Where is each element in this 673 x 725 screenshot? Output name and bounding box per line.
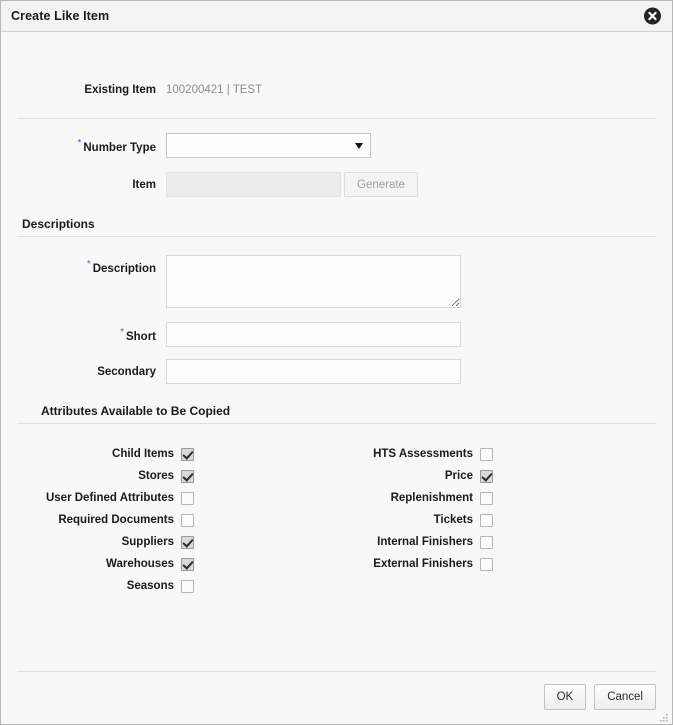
attribute-label: Seasons [126, 580, 174, 592]
descriptions-section-title: Descriptions [22, 217, 95, 231]
header-divider [17, 118, 656, 119]
attribute-row: Stores [1, 466, 341, 486]
attribute-checkbox[interactable] [480, 491, 493, 505]
short-label: * Short [120, 326, 156, 343]
attribute-label: Required Documents [58, 514, 174, 526]
attribute-label: Child Items [112, 448, 174, 460]
attribute-row: Tickets [341, 510, 661, 530]
attribute-checkbox[interactable] [181, 491, 194, 505]
attribute-checkbox[interactable] [480, 447, 493, 461]
attribute-row: Suppliers [1, 532, 341, 552]
attribute-label: Internal Finishers [377, 536, 473, 548]
attribute-row: User Defined Attributes [1, 488, 341, 508]
create-like-item-dialog: Create Like Item Existing Item 100200421… [0, 0, 673, 725]
short-input[interactable] [166, 322, 461, 347]
number-type-label: * Number Type [77, 137, 156, 154]
existing-item-row: Existing Item 100200421 | TEST [1, 32, 672, 96]
number-type-select[interactable] [166, 133, 371, 158]
attribute-row: External Finishers [341, 554, 661, 574]
description-label: * Description [86, 259, 156, 275]
attribute-checkbox[interactable] [480, 513, 493, 527]
attribute-checkbox[interactable] [480, 535, 493, 549]
footer-buttons: OK Cancel [17, 672, 656, 724]
attribute-row: Price [341, 466, 661, 486]
cancel-button[interactable]: Cancel [594, 684, 656, 710]
required-asterisk: * [77, 137, 82, 149]
existing-item-value: 100200421 | TEST [166, 84, 263, 96]
attribute-label: Price [444, 470, 473, 482]
dialog-footer: OK Cancel [1, 671, 672, 724]
attribute-label: Replenishment [390, 492, 473, 504]
attributes-divider [17, 423, 656, 424]
item-input[interactable] [166, 172, 341, 197]
attribute-checkbox[interactable] [181, 535, 194, 549]
attribute-row: Replenishment [341, 488, 661, 508]
descriptions-section: Descriptions [17, 217, 656, 237]
descriptions-divider [17, 236, 656, 237]
attribute-label: Stores [138, 470, 174, 482]
close-icon[interactable] [644, 7, 661, 25]
attributes-checkbox-area: Child Items Stores User Defined Attributes… [1, 444, 672, 598]
attribute-row: Child Items [1, 444, 341, 464]
attribute-checkbox[interactable] [181, 557, 194, 571]
required-asterisk: * [86, 259, 91, 270]
item-row: Item Generate [1, 172, 672, 197]
attribute-label: HTS Assessments [373, 448, 473, 460]
number-type-combo-wrap [166, 133, 371, 158]
secondary-input[interactable] [166, 359, 461, 384]
attribute-label: Suppliers [121, 536, 174, 548]
attributes-right-column: HTS Assessments Price Replenishment Tickets… [341, 444, 661, 598]
attribute-label: Tickets [433, 514, 473, 526]
attribute-checkbox[interactable] [181, 579, 194, 593]
description-row: * Description [1, 255, 672, 308]
item-label: Item [132, 178, 156, 191]
attribute-row: Seasons [1, 576, 341, 596]
secondary-label: Secondary [97, 365, 156, 378]
number-type-row: * Number Type [1, 133, 672, 158]
dialog-titlebar: Create Like Item [1, 1, 672, 32]
dialog-title: Create Like Item [11, 9, 110, 23]
generate-button[interactable]: Generate [344, 172, 418, 197]
attribute-label: External Finishers [373, 558, 473, 570]
attributes-left-column: Child Items Stores User Defined Attributes… [1, 444, 341, 598]
dialog-body: Existing Item 100200421 | TEST * Number T… [1, 32, 672, 671]
attribute-row: Warehouses [1, 554, 341, 574]
attribute-label: Warehouses [106, 558, 174, 570]
ok-button[interactable]: OK [543, 684, 587, 710]
attribute-checkbox[interactable] [181, 513, 194, 527]
secondary-row: Secondary [1, 359, 672, 384]
attributes-section-title: Attributes Available to Be Copied [41, 404, 231, 418]
attribute-checkbox[interactable] [480, 469, 493, 483]
attribute-row: Required Documents [1, 510, 341, 530]
attribute-checkbox[interactable] [181, 447, 194, 461]
existing-item-label: Existing Item [84, 84, 156, 96]
resize-grip-icon[interactable] [658, 710, 669, 722]
attributes-section: Attributes Available to Be Copied [17, 404, 656, 424]
attribute-checkbox[interactable] [181, 469, 194, 483]
attribute-row: Internal Finishers [341, 532, 661, 552]
attribute-label: User Defined Attributes [45, 492, 174, 504]
attribute-row: HTS Assessments [341, 444, 661, 464]
attribute-checkbox[interactable] [480, 557, 493, 571]
description-textarea[interactable] [166, 255, 461, 308]
short-row: * Short [1, 322, 672, 347]
required-asterisk: * [120, 326, 124, 338]
